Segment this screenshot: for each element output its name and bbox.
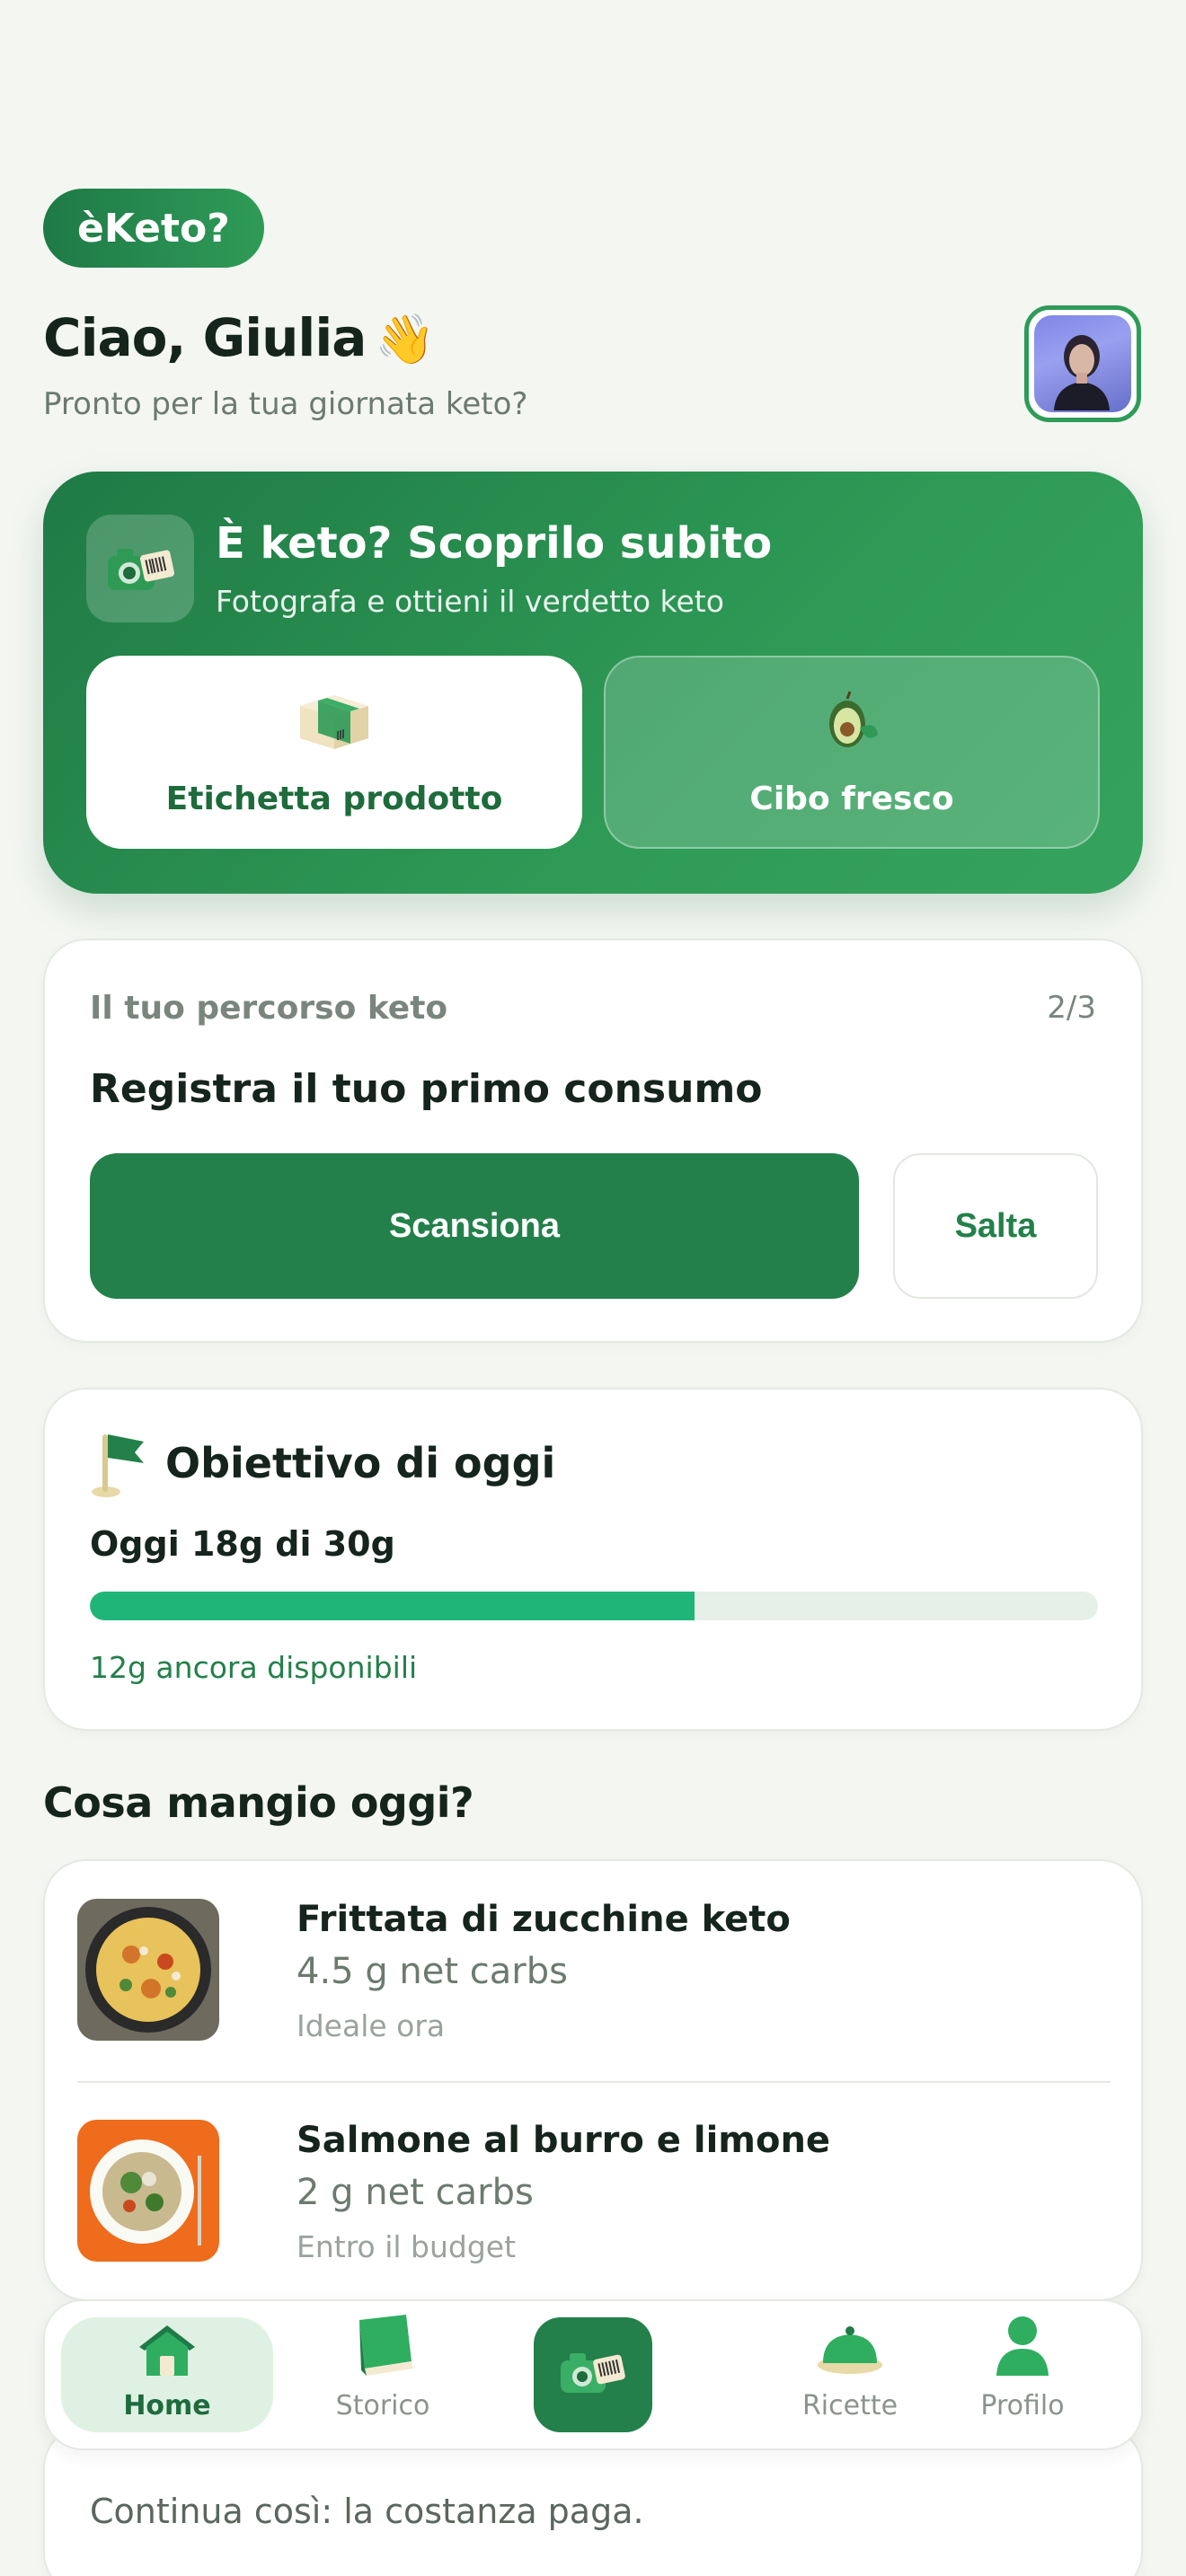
motivation-text: Continua così: la costanza paga. bbox=[90, 2492, 644, 2531]
house-icon bbox=[134, 2320, 200, 2385]
brand-name: èKeto? bbox=[77, 205, 230, 251]
recipe-note: Entro il budget bbox=[296, 2229, 517, 2264]
book-icon bbox=[347, 2313, 419, 2385]
camera-barcode-icon bbox=[557, 2346, 629, 2404]
recipe-item[interactable]: Salmone al burro e limone 2 g net carbs … bbox=[77, 2102, 1111, 2272]
recipe-item[interactable]: Frittata di zucchine keto 4.5 g net carb… bbox=[77, 1881, 1111, 2051]
nav-history-label: Storico bbox=[335, 2390, 430, 2422]
hero-title: È keto? Scoprilo subito bbox=[216, 518, 773, 569]
nav-home-label: Home bbox=[123, 2390, 211, 2422]
carb-progress-bar bbox=[90, 1592, 1098, 1620]
nav-profile-label: Profilo bbox=[980, 2390, 1065, 2422]
suggestions-title: Cosa mangio oggi? bbox=[43, 1778, 474, 1827]
recipe-net-carbs: 4.5 g net carbs bbox=[296, 1951, 568, 1992]
scan-product-label-text: Etichetta prodotto bbox=[165, 780, 503, 817]
recipe-thumbnail bbox=[77, 2120, 219, 2262]
recipe-note: Ideale ora bbox=[296, 2008, 446, 2043]
greeting-text: Ciao, Giulia bbox=[43, 307, 367, 368]
divider bbox=[77, 2081, 1111, 2083]
person-icon bbox=[991, 2313, 1054, 2385]
recipe-suggestions-card: Frittata di zucchine keto 4.5 g net carb… bbox=[43, 1859, 1143, 2301]
camera-barcode-icon bbox=[86, 515, 194, 622]
scan-button[interactable]: Scansiona bbox=[90, 1153, 859, 1299]
nav-recipes-label: Ricette bbox=[801, 2390, 898, 2422]
nav-item-history[interactable]: Storico bbox=[277, 2315, 489, 2432]
avatar-photo bbox=[1034, 315, 1131, 412]
skip-button[interactable]: Salta bbox=[893, 1153, 1098, 1299]
flag-icon bbox=[88, 1427, 151, 1503]
scan-hero-card: È keto? Scoprilo subito Fotografa e otti… bbox=[43, 472, 1143, 894]
scan-product-label-button[interactable]: Etichetta prodotto bbox=[86, 656, 582, 849]
daily-goal-card: Obiettivo di oggi Oggi 18g di 30g 12g an… bbox=[43, 1388, 1143, 1731]
bottom-navigation: Home Storico Ricette Profilo bbox=[43, 2299, 1143, 2450]
carb-progress-fill bbox=[90, 1592, 695, 1620]
nav-item-home[interactable]: Home bbox=[61, 2317, 273, 2432]
recipe-name: Salmone al burro e limone bbox=[296, 2120, 831, 2161]
cloche-icon bbox=[814, 2320, 886, 2385]
goal-today-text: Oggi 18g di 30g bbox=[90, 1524, 395, 1564]
journey-label: Il tuo percorso keto bbox=[90, 990, 448, 1027]
journey-step-counter: 2/3 bbox=[1047, 990, 1096, 1026]
hero-subtitle: Fotografa e ottieni il verdetto keto bbox=[216, 584, 724, 619]
brand-pill: èKeto? bbox=[43, 189, 264, 268]
recipe-name: Frittata di zucchine keto bbox=[296, 1899, 791, 1940]
nav-scan-button[interactable] bbox=[534, 2317, 652, 2432]
goal-title: Obiettivo di oggi bbox=[165, 1439, 556, 1487]
scan-fresh-food-text: Cibo fresco bbox=[749, 780, 954, 817]
onboarding-journey-card: Il tuo percorso keto 2/3 Registra il tuo… bbox=[43, 939, 1143, 1343]
goal-remaining-text: 12g ancora disponibili bbox=[90, 1650, 418, 1685]
package-icon bbox=[293, 688, 376, 759]
nav-item-profile[interactable]: Profilo bbox=[916, 2316, 1128, 2432]
recipe-thumbnail bbox=[77, 1899, 219, 2041]
greeting-heading: Ciao, Giulia 👋 bbox=[43, 307, 436, 368]
journey-title: Registra il tuo primo consumo bbox=[90, 1066, 763, 1112]
greeting-subtitle: Pronto per la tua giornata keto? bbox=[43, 386, 528, 422]
waving-hand-icon: 👋 bbox=[375, 311, 435, 367]
recipe-net-carbs: 2 g net carbs bbox=[296, 2172, 534, 2213]
scan-fresh-food-button[interactable]: Cibo fresco bbox=[604, 656, 1100, 849]
avocado-icon bbox=[820, 688, 883, 759]
avatar[interactable] bbox=[1024, 305, 1141, 422]
